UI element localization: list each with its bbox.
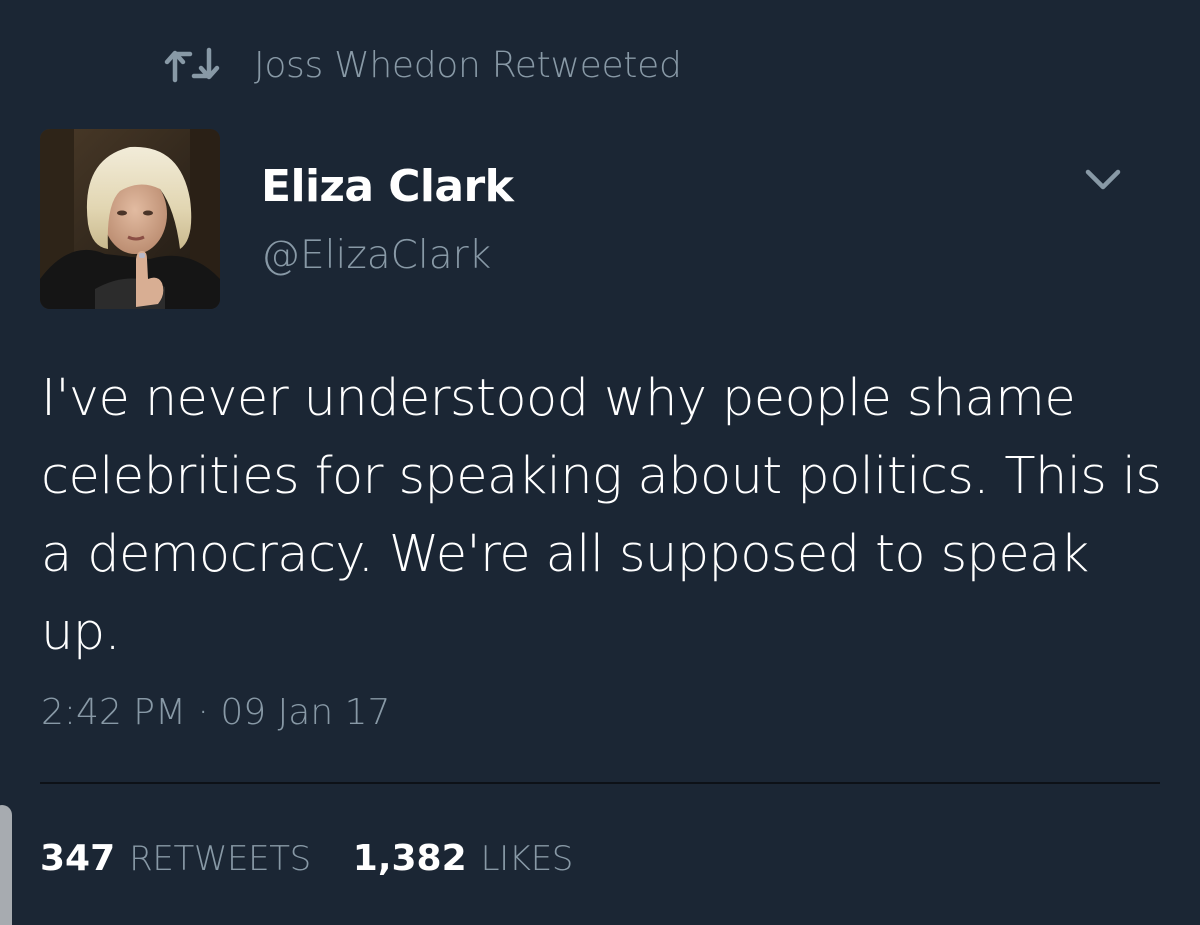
tweet-text: I've never understood why people shame c…: [41, 369, 1162, 662]
likes-stat[interactable]: 1,382 LIKES: [352, 838, 574, 879]
retweet-context-text[interactable]: Joss Whedon Retweeted: [254, 45, 682, 86]
retweets-stat[interactable]: 347 RETWEETS: [40, 838, 311, 879]
author-handle[interactable]: @ElizaClark: [261, 233, 491, 278]
avatar[interactable]: [40, 129, 220, 309]
chevron-down-icon[interactable]: [1083, 160, 1123, 200]
tweet-stats: 347 RETWEETS 1,382 LIKES: [40, 838, 615, 879]
author-display-name[interactable]: Eliza Clark: [261, 161, 514, 212]
tweet-timestamp[interactable]: 2:42 PM · 09 Jan 17: [41, 692, 390, 733]
retweets-label: RETWEETS: [129, 839, 311, 879]
retweet-context: Joss Whedon Retweeted: [163, 40, 682, 90]
likes-label: LIKES: [480, 839, 574, 879]
likes-count: 1,382: [352, 838, 467, 879]
retweets-count: 347: [40, 838, 116, 879]
retweet-icon: [163, 47, 221, 83]
edge-handle[interactable]: [0, 805, 12, 925]
divider: [40, 782, 1160, 784]
